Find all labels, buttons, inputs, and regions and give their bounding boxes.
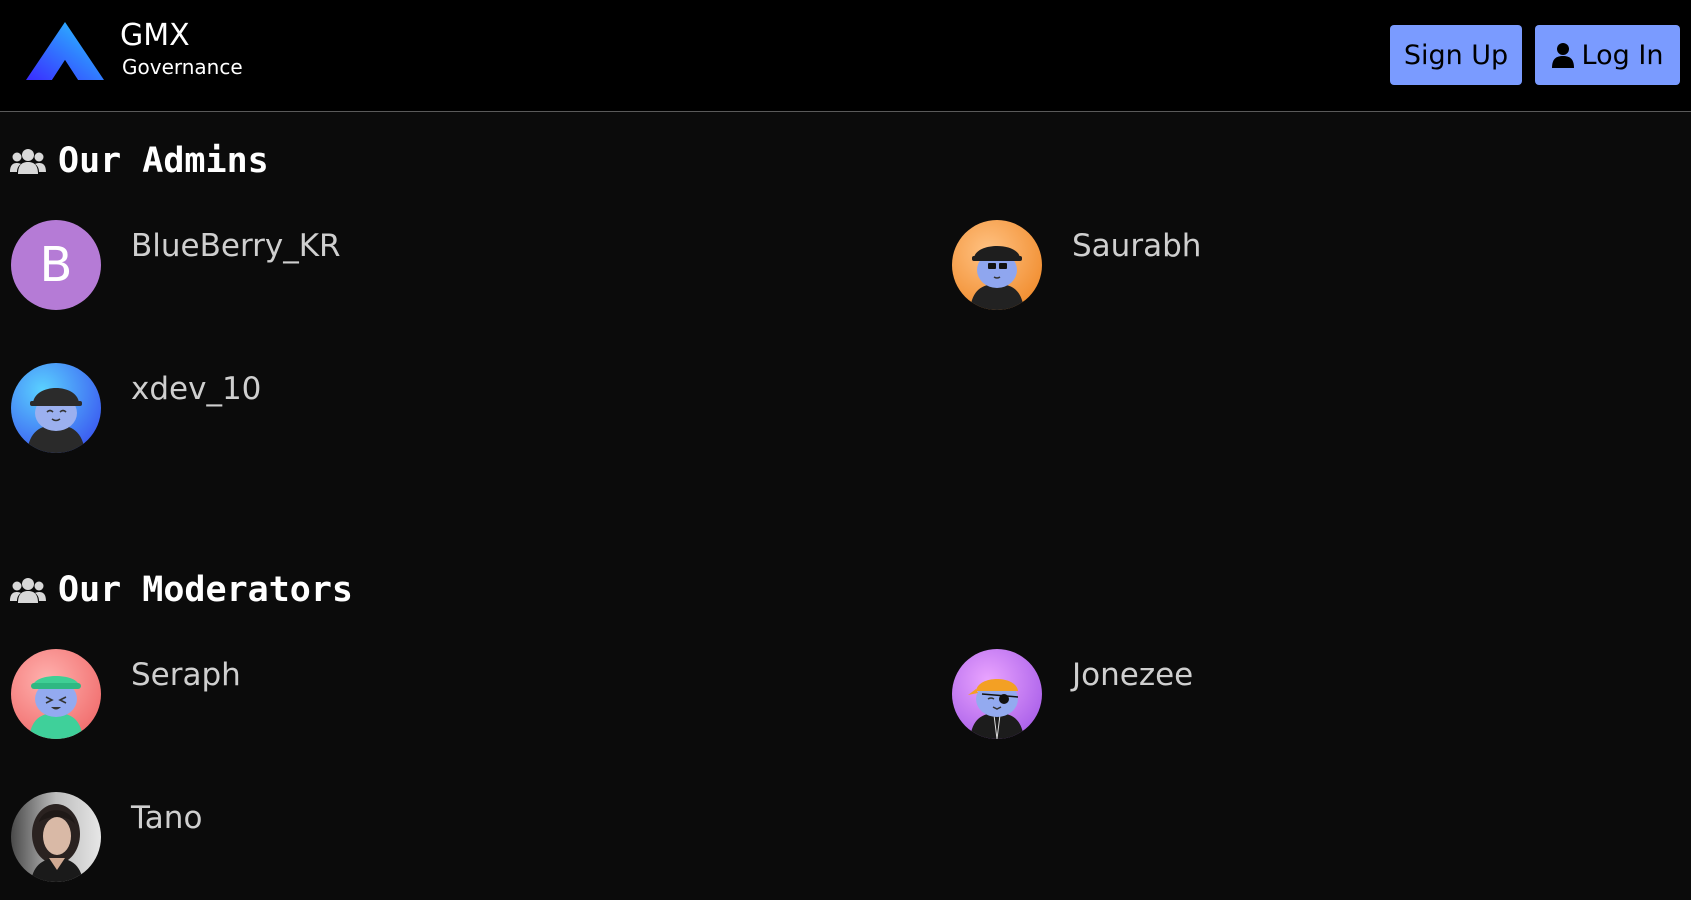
users-icon <box>10 578 46 603</box>
member-name[interactable]: BlueBerry_KR <box>131 226 341 266</box>
avatar[interactable] <box>952 220 1042 310</box>
avatar-initial: B <box>39 237 73 293</box>
users-icon <box>10 149 46 174</box>
admins-heading-text: Our Admins <box>58 141 269 181</box>
moderators-heading: Our Moderators <box>10 570 353 610</box>
member-name[interactable]: Tano <box>131 798 202 838</box>
avatar[interactable] <box>11 792 101 882</box>
gmx-logo-icon[interactable] <box>26 22 104 80</box>
member-name[interactable]: Jonezee <box>1072 655 1193 695</box>
avatar[interactable] <box>952 649 1042 739</box>
avatar[interactable] <box>11 363 101 453</box>
log-in-button[interactable]: Log In <box>1535 25 1680 85</box>
sign-up-button[interactable]: Sign Up <box>1390 25 1522 85</box>
brand-title[interactable]: GMX <box>120 18 190 54</box>
member-name[interactable]: xdev_10 <box>131 369 261 409</box>
sign-up-label: Sign Up <box>1403 39 1509 71</box>
top-navbar: GMX Governance Sign Up Log In <box>0 0 1691 112</box>
member-name[interactable]: Saurabh <box>1072 226 1201 266</box>
log-in-label: Log In <box>1581 39 1664 71</box>
brand-subtitle: Governance <box>122 55 243 79</box>
avatar[interactable]: B <box>11 220 101 310</box>
avatar[interactable] <box>11 649 101 739</box>
admins-heading: Our Admins <box>10 141 269 181</box>
user-icon <box>1551 43 1574 68</box>
moderators-heading-text: Our Moderators <box>58 570 354 610</box>
member-name[interactable]: Seraph <box>131 655 241 695</box>
